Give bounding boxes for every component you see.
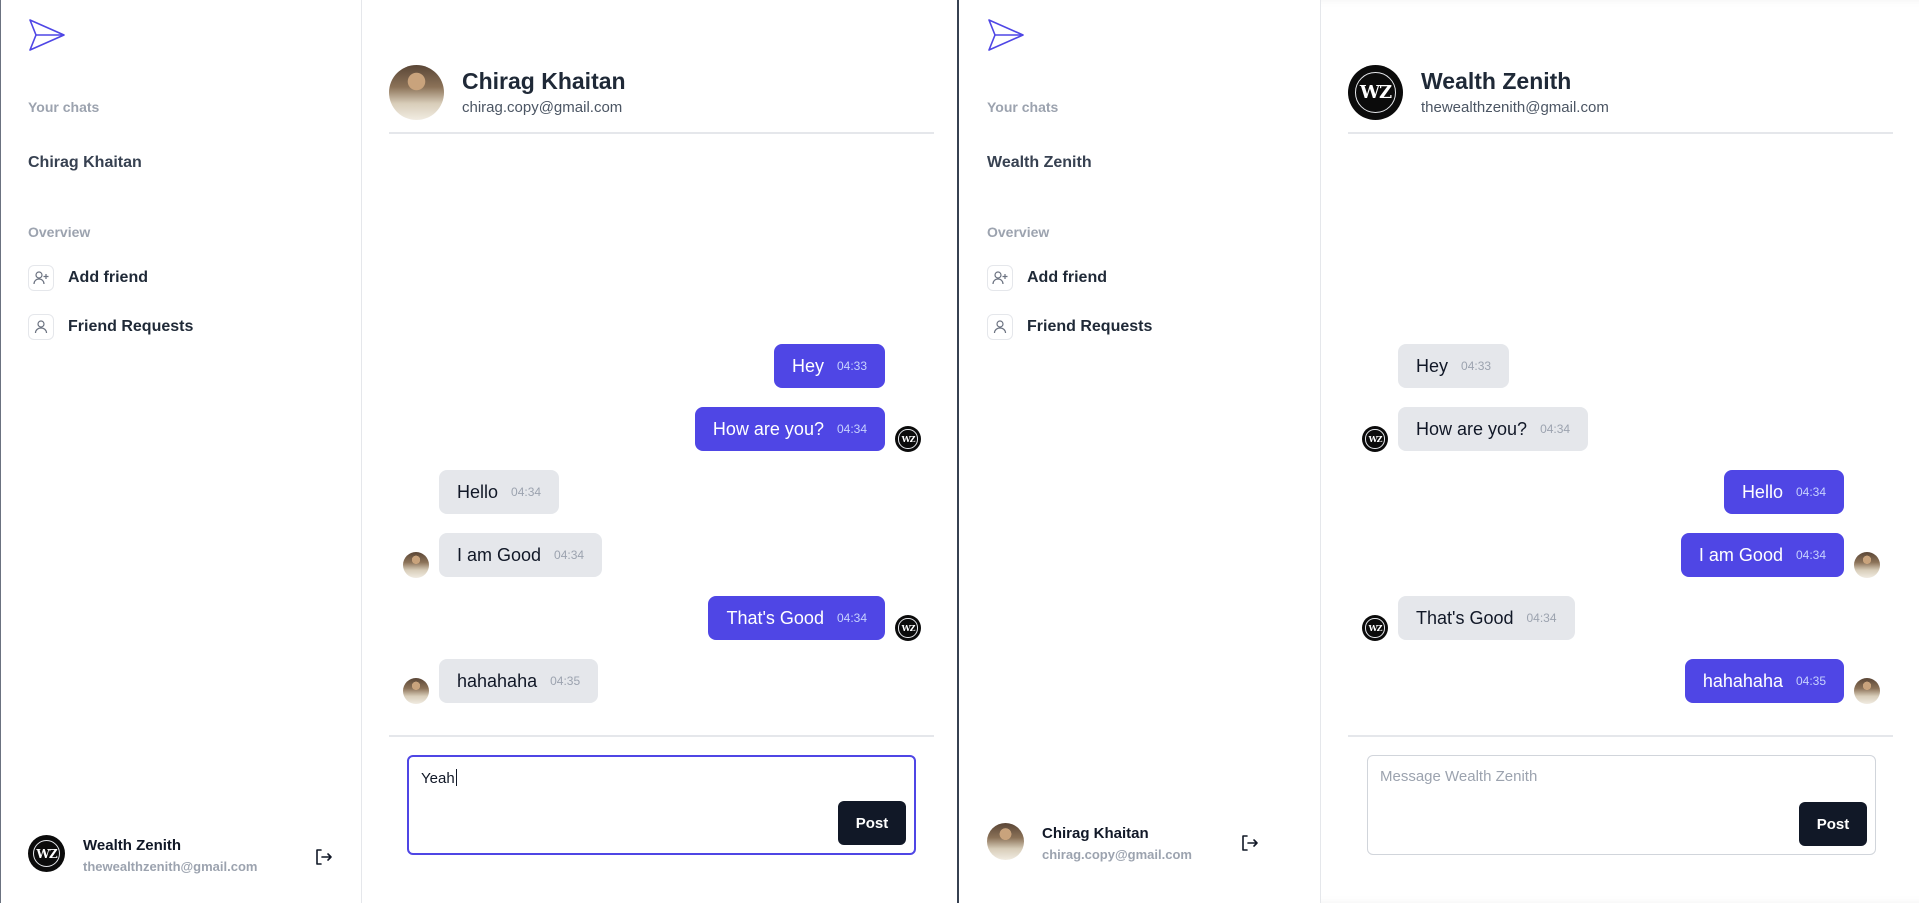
current-user-name: Chirag Khaitan [1042, 825, 1149, 842]
avatar [403, 678, 429, 704]
user-plus-icon [28, 265, 54, 291]
avatar: WZ [895, 615, 921, 641]
chat-header: Chirag Khaitan chirag.copy@gmail.com [389, 0, 934, 134]
paper-plane-logo-icon[interactable] [987, 18, 1025, 52]
current-user-profile: Chirag Khaitan chirag.copy@gmail.com [987, 823, 1297, 883]
nav-add-friend-label: Add friend [1027, 269, 1107, 286]
chat-panel: WZ Wealth Zenith thewealthzenith@gmail.c… [1322, 0, 1919, 903]
nav-friend-requests[interactable]: Friend Requests [28, 314, 193, 340]
sidebar: Your chats Chirag Khaitan Overview Add f… [1, 0, 362, 903]
right-chat-window: Your chats Wealth Zenith Overview Add fr… [960, 0, 1919, 903]
message-list: Hey 04:33 WZ How are you? 04:34 Hello 04:34… [1348, 134, 1893, 737]
message-bubble: hahahaha 04:35 [439, 659, 599, 703]
post-button[interactable]: Post [1799, 802, 1867, 846]
message-bubble: How are you? 04:34 [1398, 407, 1589, 451]
message-input-value: Yeah [421, 769, 457, 787]
user-icon [28, 314, 54, 340]
message-bubble: How are you? 04:34 [694, 407, 885, 451]
message-bubble: Hello 04:34 [1723, 470, 1844, 514]
current-user-profile: WZ Wealth Zenith thewealthzenith@gmail.c… [28, 835, 338, 895]
chat-partner-name: Wealth Zenith [1421, 68, 1572, 94]
nav-friend-requests-label: Friend Requests [68, 318, 194, 335]
logout-icon[interactable] [313, 847, 333, 867]
post-button[interactable]: Post [838, 801, 906, 845]
avatar [403, 552, 429, 578]
avatar [1854, 678, 1880, 704]
message-input[interactable]: Message Wealth Zenith Post [1367, 755, 1876, 855]
message-list: Hey 04:33 How are you? 04:34 WZ Hello 04:34… [389, 134, 934, 737]
avatar: WZ [1362, 426, 1388, 452]
avatar [987, 823, 1024, 860]
avatar: WZ [895, 426, 921, 452]
chat-partner-name: Chirag Khaitan [462, 68, 626, 94]
your-chats-label: Your chats [28, 99, 100, 115]
message-input-placeholder: Message Wealth Zenith [1380, 768, 1538, 785]
nav-add-friend[interactable]: Add friend [28, 265, 148, 291]
paper-plane-logo-icon[interactable] [28, 18, 66, 52]
chat-partner-email: chirag.copy@gmail.com [462, 99, 623, 116]
overview-label: Overview [28, 224, 91, 240]
nav-add-friend-label: Add friend [68, 269, 148, 286]
avatar: WZ [28, 835, 65, 872]
chat-item-chirag-khaitan[interactable]: Chirag Khaitan [28, 154, 142, 172]
message-bubble: That's Good 04:34 [1398, 596, 1575, 640]
user-plus-icon [987, 265, 1013, 291]
nav-friend-requests-label: Friend Requests [1027, 318, 1153, 335]
current-user-email: thewealthzenith@gmail.com [83, 859, 258, 874]
avatar: WZ [1362, 615, 1388, 641]
message-bubble: I am Good 04:34 [1680, 533, 1844, 577]
avatar [1854, 552, 1880, 578]
nav-add-friend[interactable]: Add friend [987, 265, 1107, 291]
chat-partner-email: thewealthzenith@gmail.com [1421, 99, 1609, 116]
message-bubble: I am Good 04:34 [439, 533, 603, 577]
nav-friend-requests[interactable]: Friend Requests [987, 314, 1152, 340]
message-bubble: That's Good 04:34 [708, 596, 885, 640]
chat-panel: Chirag Khaitan chirag.copy@gmail.com Hey… [363, 0, 957, 903]
current-user-email: chirag.copy@gmail.com [1042, 847, 1192, 862]
your-chats-label: Your chats [987, 99, 1059, 115]
avatar: WZ [1348, 65, 1403, 120]
overview-label: Overview [987, 224, 1050, 240]
chat-item-wealth-zenith[interactable]: Wealth Zenith [987, 154, 1092, 172]
user-icon [987, 314, 1013, 340]
logout-icon[interactable] [1239, 833, 1259, 853]
message-input[interactable]: Yeah Post [407, 755, 916, 855]
message-bubble: Hello 04:34 [439, 470, 560, 514]
message-bubble: Hey 04:33 [773, 344, 885, 388]
left-chat-window: Your chats Chirag Khaitan Overview Add f… [0, 0, 959, 903]
avatar [389, 65, 444, 120]
sidebar: Your chats Wealth Zenith Overview Add fr… [960, 0, 1321, 903]
message-bubble: Hey 04:33 [1398, 344, 1510, 388]
chat-header: WZ Wealth Zenith thewealthzenith@gmail.c… [1348, 0, 1893, 134]
current-user-name: Wealth Zenith [83, 837, 182, 854]
message-bubble: hahahaha 04:35 [1684, 659, 1844, 703]
